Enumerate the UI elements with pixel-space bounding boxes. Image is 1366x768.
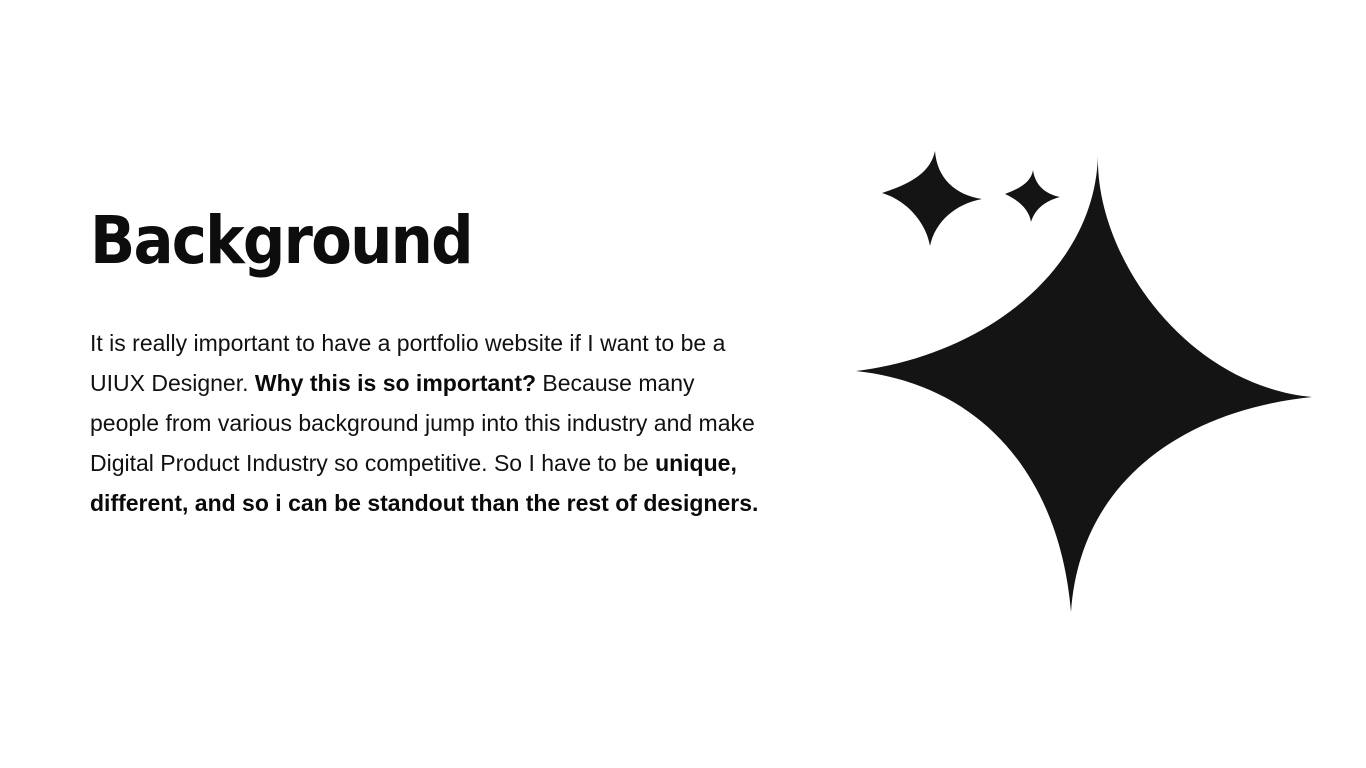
slide: Background It is really important to hav… <box>0 0 1366 768</box>
medium-sparkle-icon <box>882 151 982 246</box>
sparkles-icon <box>856 151 1312 612</box>
small-sparkle-icon <box>1005 170 1060 222</box>
